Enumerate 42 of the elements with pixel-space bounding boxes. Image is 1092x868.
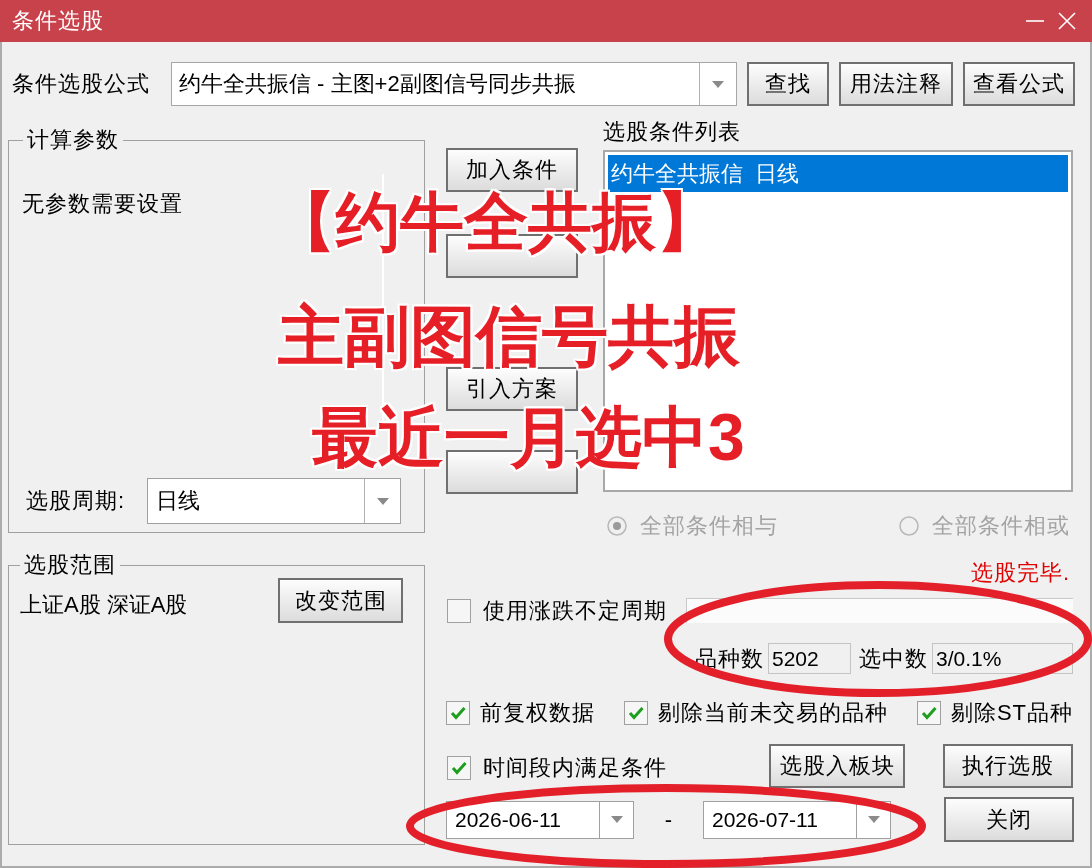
radio-label: 全部条件相与: [640, 515, 778, 537]
caret-icon: [712, 80, 724, 88]
caret-icon: [610, 816, 623, 823]
date-separator: -: [664, 808, 673, 831]
stat-field: 5202: [768, 643, 851, 674]
formula-dropdown[interactable]: 约牛全共振信 - 主图+2副图信号同步共振: [171, 62, 737, 106]
add-to-block-button[interactable]: 选股入板块: [769, 744, 905, 788]
checkbox[interactable]: [446, 701, 470, 725]
period-dropdown[interactable]: 日线: [147, 478, 401, 524]
checkbox[interactable]: [447, 598, 471, 623]
stat-label: 选中数: [859, 647, 928, 670]
checkbox-label: 使用涨跌不定周期: [483, 599, 667, 622]
run-selection-button[interactable]: 执行选股: [943, 744, 1073, 788]
radio-label: 全部条件相或: [932, 515, 1070, 537]
formula-label: 条件选股公式: [12, 73, 151, 95]
market-range-text: 上证A股 深证A股: [20, 593, 188, 616]
condition-list-title: 选股条件列表: [603, 120, 741, 144]
window-title: 条件选股: [12, 10, 104, 32]
checkbox-label: 前复权数据: [480, 702, 595, 724]
group-title: 选股范围: [20, 553, 120, 577]
end-date-picker[interactable]: 2026-07-11: [703, 800, 891, 839]
view-formula-button[interactable]: 查看公式: [963, 62, 1075, 106]
caret-icon: [376, 497, 389, 505]
checkbox[interactable]: [447, 756, 471, 780]
start-date-picker[interactable]: 2026-06-11: [446, 800, 634, 839]
checkbox-label: 剔除当前未交易的品种: [657, 702, 888, 724]
caret-icon: [867, 816, 880, 823]
status-message: 选股完毕.: [970, 562, 1070, 584]
checkbox[interactable]: [623, 701, 648, 725]
group-title: 计算参数: [23, 128, 123, 152]
change-range-button[interactable]: 改变范围: [278, 578, 403, 623]
checkbox-label: 时间段内满足条件: [483, 757, 667, 779]
close-dialog-button[interactable]: 关闭: [944, 797, 1074, 842]
usage-notes-button[interactable]: 用法注释: [839, 62, 953, 106]
stat-field: 3/0.1%: [932, 643, 1073, 674]
checkbox-label: 剔除ST品种: [950, 702, 1073, 724]
close-icon[interactable]: [1058, 12, 1076, 30]
checkbox[interactable]: [916, 701, 941, 725]
parameters-message: 无参数需要设置: [22, 193, 183, 215]
find-button[interactable]: 查找: [747, 62, 829, 106]
period-label: 选股周期:: [26, 490, 127, 512]
caption-text: 主副图信号共振: [278, 303, 740, 369]
